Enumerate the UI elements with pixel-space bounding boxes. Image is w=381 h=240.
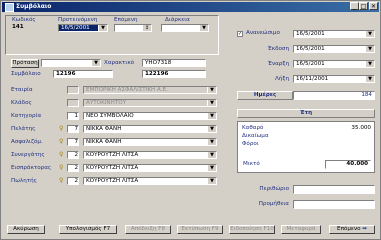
start-label: Έναρξη [267, 61, 289, 67]
client-code[interactable]: 7 [67, 125, 79, 133]
chevron-down-icon[interactable]: ▼ [91, 60, 100, 66]
collector-code[interactable]: 2 [67, 164, 79, 172]
code-value: 141 [12, 24, 24, 30]
branch-label: Κλάδος [11, 100, 32, 106]
seller-label: Πωλητής [11, 178, 37, 184]
contract-number-input[interactable]: 12196 [53, 70, 113, 78]
partner-select[interactable]: ΚΟΥΡΟΥΤΖΗ ΛΙΤΣΑ ▼ [83, 151, 217, 159]
spinner-icon[interactable]: ↕ [142, 25, 151, 31]
renewable-date[interactable]: 16/5/2001 ▼ [293, 30, 375, 38]
chevron-down-icon[interactable]: ▼ [365, 46, 374, 52]
end-date[interactable]: 16/11/2001 ▼ [293, 75, 375, 83]
plate-label: Χαρακτικό [104, 60, 135, 66]
seller-select[interactable]: ΚΟΥΡΟΥΤΖΗ ΛΙΤΣΑ ▼ [83, 177, 217, 185]
collector-select[interactable]: ΚΟΥΡΟΥΤΖΗ ΛΙΤΣΑ ▼ [83, 164, 217, 172]
category-code[interactable]: 1 [67, 112, 79, 120]
next-date-input[interactable]: ↕ [114, 24, 152, 32]
proposal-button[interactable]: Πρόταση [11, 59, 39, 68]
days-header: Ημέρες [237, 91, 293, 100]
plate-input[interactable]: YHO7318 [142, 59, 206, 67]
chevron-down-icon[interactable]: ▼ [207, 139, 216, 145]
policy-window: Συμβόλαιο _ □ ✕ Κωδικός 141 Προτεινόμενη… [0, 0, 381, 240]
proposed-date-label: Προτεινόμενη [58, 17, 98, 23]
gross-label: Μικτό [243, 161, 260, 167]
lightbulb-icon[interactable]: ♀ [59, 164, 63, 171]
contract-label: Συμβόλαιο [11, 71, 41, 77]
app-icon [5, 3, 14, 12]
commission-label: Προμήθεια [258, 201, 289, 207]
print-button[interactable]: Εκτύπωση F9 [177, 225, 223, 234]
calculate-button[interactable]: Υπολογισμός F7 [59, 225, 117, 234]
insured-select[interactable]: ΝΙΚΚΑ ΦΑΝΗ ▼ [83, 138, 217, 146]
title-bar: Συμβόλαιο [2, 2, 379, 12]
code-label: Κωδικός [12, 17, 36, 23]
client-label: Πελάτης [11, 126, 36, 132]
chevron-down-icon[interactable]: ▼ [207, 152, 216, 158]
end-label: Λήξη [274, 76, 289, 82]
chevron-down-icon[interactable]: ▼ [365, 76, 374, 82]
contract-number2-input[interactable]: 122196 [142, 70, 206, 78]
insured-label: Ασφαλιζόμ. [11, 139, 43, 145]
chevron-down-icon[interactable]: ▼ [207, 178, 216, 184]
seller-code[interactable]: 2 [67, 177, 79, 185]
years-header: Έτη [237, 109, 375, 118]
margin-input[interactable] [293, 185, 375, 194]
notify-button[interactable]: Ειδοποίηση F10 [229, 225, 275, 234]
commission-input[interactable] [293, 200, 375, 209]
cancel-button[interactable]: Ακύρωση [7, 225, 45, 234]
maximize-button[interactable]: □ [359, 2, 368, 10]
insured-code[interactable]: 7 [67, 138, 79, 146]
renewable-checkbox[interactable]: ✓ [237, 31, 243, 37]
category-label: Κατηγορία [11, 113, 42, 119]
net-label: Καθαρό [242, 125, 264, 131]
receipt-button[interactable]: Απόδειξη F8 [125, 225, 171, 234]
transfer-button[interactable]: Μεταφορά [281, 225, 321, 234]
client-select[interactable]: ΝΙΚΚΑ ΦΑΝΗ ▼ [83, 125, 217, 133]
taxes-label: Φόροι [242, 141, 259, 147]
partner-label: Συνεργάτης [11, 152, 45, 158]
chevron-down-icon[interactable]: ▼ [207, 165, 216, 171]
lightbulb-icon[interactable]: ♀ [59, 177, 63, 184]
chevron-down-icon[interactable]: ▼ [365, 31, 374, 37]
lightbulb-icon[interactable]: ♀ [59, 138, 63, 145]
partner-code[interactable]: 2 [67, 151, 79, 159]
branch-code [67, 99, 79, 107]
company-select: ΕΜΠΟΡΙΚΗ ΑΣΦΑΛΙΣΤΙΚΗ Α.Ε. ▼ [83, 86, 217, 94]
issue-date[interactable]: 16/5/2001 ▼ [293, 45, 375, 53]
issue-label: Έκδοση [267, 46, 289, 52]
collector-label: Εισπράκτορας [11, 165, 52, 171]
duration-input[interactable]: ▼ [161, 24, 209, 32]
chevron-down-icon: ▼ [207, 87, 216, 93]
duration-label: Διάρκεια [165, 17, 190, 23]
proposed-date-input[interactable]: 16/5/2001 ▼ [58, 24, 108, 32]
chevron-down-icon[interactable]: ▼ [98, 25, 107, 31]
next-date-label: Επόμενη [114, 17, 138, 23]
chevron-down-icon[interactable]: ▼ [199, 25, 208, 31]
branch-select: ΑΥΤΟΚΙΝΗΤΟΥ ▼ [83, 99, 217, 107]
chevron-down-icon[interactable]: ▼ [365, 61, 374, 67]
chevron-down-icon[interactable]: ▼ [207, 126, 216, 132]
close-button[interactable]: ✕ [369, 2, 378, 10]
category-select[interactable]: ΝΕΟ ΣΥΜΒΟΛΑΙΟ ▼ [83, 112, 217, 120]
start-date[interactable]: 16/5/2001 ▼ [293, 60, 375, 68]
arrow-right-icon: ➡ [362, 226, 367, 232]
gross-value: 40.000 [325, 160, 371, 169]
proposal-input[interactable]: ▼ [41, 59, 101, 67]
window-title: Συμβόλαιο [16, 3, 52, 10]
company-code [67, 86, 79, 94]
lightbulb-icon[interactable]: ♀ [59, 151, 63, 158]
chevron-down-icon: ▼ [207, 100, 216, 106]
chevron-down-icon[interactable]: ▼ [207, 113, 216, 119]
rights-label: Δικαίωμα [242, 133, 269, 139]
days-value: 184 [293, 91, 375, 100]
minimize-button[interactable]: _ [350, 2, 359, 10]
net-value: 35.000 [351, 125, 371, 131]
renewable-label: Ανανεώσιμο [246, 30, 280, 36]
margin-label: Περιθώριο [259, 186, 289, 192]
lightbulb-icon[interactable]: ♀ [59, 125, 63, 132]
company-label: Εταιρία [11, 87, 33, 93]
next-button[interactable]: Επόμενο ➡ [329, 225, 375, 234]
